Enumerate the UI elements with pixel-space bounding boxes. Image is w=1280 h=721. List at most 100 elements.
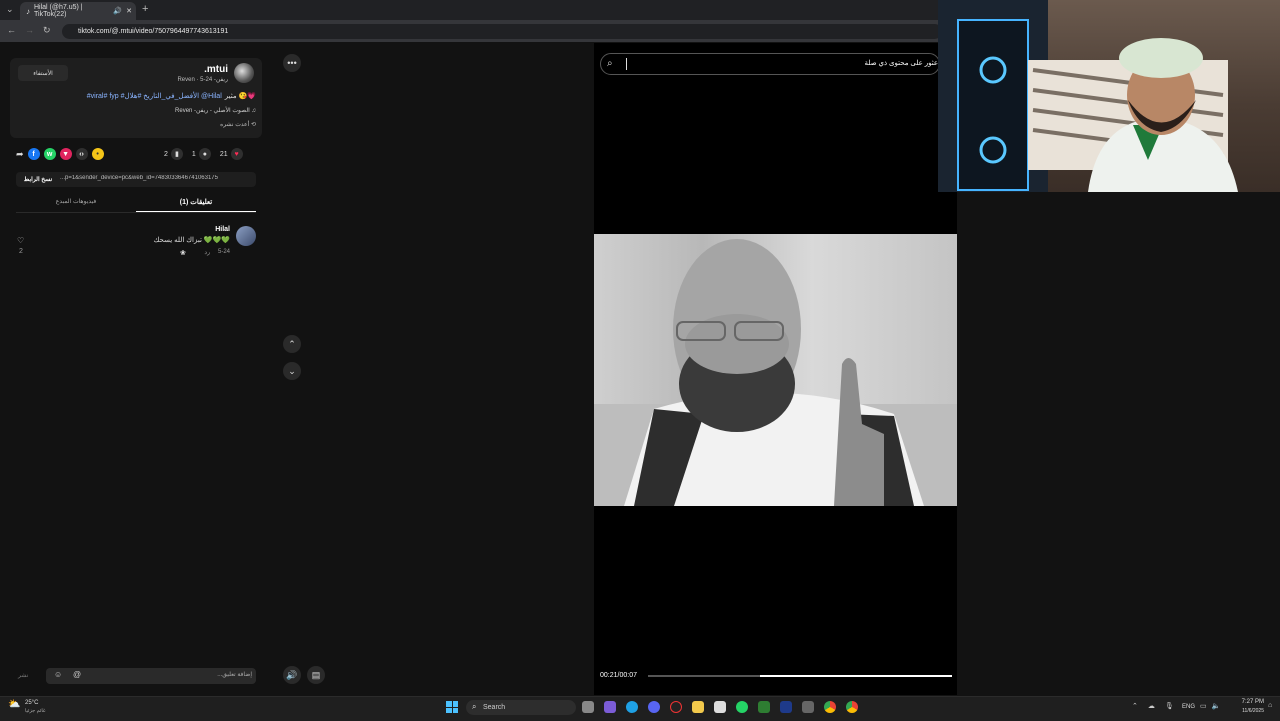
- comment-like-count: 2: [19, 248, 23, 255]
- whatsapp-taskbar-icon[interactable]: [736, 701, 748, 713]
- taskbar-search-label: Search: [483, 704, 506, 711]
- new-tab-icon[interactable]: +: [142, 3, 148, 15]
- browser-tab[interactable]: ♪ Hilal (@h7.u5) | TikTok(22) 🔊 ✕: [20, 2, 136, 20]
- post-panel: [0, 43, 272, 695]
- teams-icon[interactable]: [604, 701, 616, 713]
- whatsapp-icon[interactable]: w: [43, 148, 56, 160]
- post-comment-button[interactable]: نشر: [18, 672, 28, 679]
- share-row: ➦ f w ▼ ‹› •: [16, 148, 104, 160]
- progress-fill: [760, 675, 952, 677]
- tab-divider: [16, 212, 256, 213]
- comment-count: 1: [191, 150, 196, 158]
- pinterest-icon[interactable]: ▼: [59, 148, 72, 160]
- chrome-icon[interactable]: [824, 701, 836, 713]
- edge-icon[interactable]: [626, 701, 638, 713]
- sound-link[interactable]: ♫ الصوت الأصلي - ريفن- Reven: [100, 107, 256, 114]
- tab-title: Hilal (@h7.u5) | TikTok(22): [34, 4, 83, 18]
- discord-icon[interactable]: [648, 701, 660, 713]
- tab-creator-videos[interactable]: فيديوهات المبدع: [16, 198, 136, 205]
- mic-icon[interactable]: 🎙: [1165, 702, 1174, 710]
- caption-prefix: مثير 😘💗: [224, 93, 256, 100]
- clock-date: 11/6/2025: [1242, 708, 1264, 714]
- webcam-overlay: [938, 0, 1280, 192]
- reload-icon[interactable]: ↻: [43, 25, 51, 36]
- comment-date: 5-24: [217, 249, 230, 255]
- taskbar-search-icon: ⌕: [472, 702, 477, 711]
- link-text: ...p=1&sender_device=pc&web_id=748303364…: [60, 175, 218, 181]
- chevron-up-icon[interactable]: ⌃: [283, 335, 301, 353]
- save-stat[interactable]: 2 ▮: [164, 148, 183, 160]
- author-subline: ريفن- Reven · 5-24: [177, 77, 228, 83]
- caption-hashtags[interactable]: #viral# fyp #الأفضل_في_التاريخ #هلال @Hi…: [87, 92, 222, 100]
- windows-icon[interactable]: [446, 701, 458, 713]
- stats-row: 2 ▮ 1 ● 21 ♥: [164, 148, 243, 160]
- app-icon-red[interactable]: [670, 701, 682, 713]
- follow-button[interactable]: الأستفاء: [18, 65, 68, 81]
- commenter-avatar[interactable]: [236, 226, 256, 246]
- app-icon-blue[interactable]: [780, 701, 792, 713]
- author-username[interactable]: .mtui: [160, 64, 228, 75]
- audio-icon: 🔊: [113, 8, 123, 15]
- copy-link-button[interactable]: نسخ الرابط: [18, 174, 58, 185]
- system-tray: ⌃ ☁ 🎙: [1132, 702, 1174, 710]
- chevron-down-icon[interactable]: ⌄: [283, 362, 301, 380]
- video-frame: [594, 234, 957, 506]
- speaker-icon: 🔈: [1211, 703, 1221, 710]
- share-icon[interactable]: ➦: [16, 149, 24, 160]
- caption-row: #viral# fyp #الأفضل_في_التاريخ #هلال @Hi…: [40, 92, 256, 100]
- facebook-icon[interactable]: f: [27, 148, 40, 160]
- comment-input-placeholder: إضافة تعليق...: [217, 672, 252, 678]
- language-indicator[interactable]: ENG: [1182, 704, 1195, 710]
- embed-icon[interactable]: ‹›: [75, 148, 88, 160]
- tiktok-icon: ♪: [26, 6, 30, 16]
- comment-icon: ●: [198, 148, 211, 160]
- comment-text: 💚💚💚 تبزاك الله يسحك: [153, 237, 230, 244]
- bookmark-icon: ▮: [170, 148, 183, 160]
- video-person-image: [594, 239, 957, 506]
- volume-icon[interactable]: 🔊: [283, 666, 301, 684]
- weather-text: غائم جزئيا: [25, 708, 46, 714]
- search-icon[interactable]: ⌕: [607, 58, 613, 69]
- obs-icon[interactable]: [802, 701, 814, 713]
- store-icon[interactable]: [714, 701, 726, 713]
- more-icon[interactable]: •••: [283, 54, 301, 72]
- comment-author[interactable]: Hilal: [180, 226, 230, 233]
- download-icon[interactable]: ▤: [307, 666, 325, 684]
- tray-chevron-icon[interactable]: ⌃: [1132, 702, 1138, 710]
- url-text: tiktok.com/@.mtui/video/7507964497743613…: [78, 28, 229, 35]
- notification-icon[interactable]: ⌂: [1268, 702, 1272, 709]
- progress-track[interactable]: [648, 675, 952, 677]
- file-explorer-icon[interactable]: [692, 701, 704, 713]
- heart-icon: ♥: [230, 148, 243, 160]
- weather-temp: 25°C: [25, 700, 39, 706]
- terminal-icon[interactable]: [758, 701, 770, 713]
- network-icon: ▭: [1200, 703, 1207, 710]
- music-icon: ♫: [249, 108, 256, 114]
- weather-icon[interactable]: ⛅: [8, 699, 20, 710]
- webcam-image: [938, 0, 1238, 192]
- url-field[interactable]: tiktok.com/@.mtui/video/7507964497743613…: [62, 24, 942, 39]
- more-share-icon[interactable]: •: [91, 148, 104, 160]
- back-icon[interactable]: ←: [7, 25, 16, 35]
- emoji-icon[interactable]: ☺: [54, 670, 62, 679]
- network-volume[interactable]: ▭ 🔈: [1200, 702, 1220, 710]
- creator-liked-icon: ❀: [180, 250, 186, 257]
- like-stat[interactable]: 21 ♥: [220, 148, 243, 160]
- author-avatar[interactable]: [234, 63, 254, 83]
- forward-icon[interactable]: →: [25, 25, 34, 35]
- reply-button[interactable]: رد: [204, 249, 210, 256]
- comment-meta: رد 5-24: [180, 249, 230, 256]
- onedrive-icon[interactable]: ☁: [1148, 702, 1155, 710]
- save-count: 2: [164, 150, 168, 158]
- chrome-profile-icon[interactable]: [846, 701, 858, 713]
- comment-stat[interactable]: 1 ●: [192, 148, 211, 160]
- comment-heart-icon[interactable]: ♡: [17, 236, 24, 245]
- task-view-icon[interactable]: [582, 701, 594, 713]
- tab-comments[interactable]: (1) تعليقات: [136, 198, 256, 206]
- mention-icon[interactable]: @: [73, 670, 81, 679]
- repost-icon: ⟲: [249, 122, 256, 128]
- tab-close-icon[interactable]: ✕: [126, 7, 132, 15]
- tab-list-icon[interactable]: ⌄: [6, 4, 14, 15]
- taskbar-apps: [582, 701, 858, 713]
- clock-time[interactable]: 7:27 PM: [1228, 699, 1264, 705]
